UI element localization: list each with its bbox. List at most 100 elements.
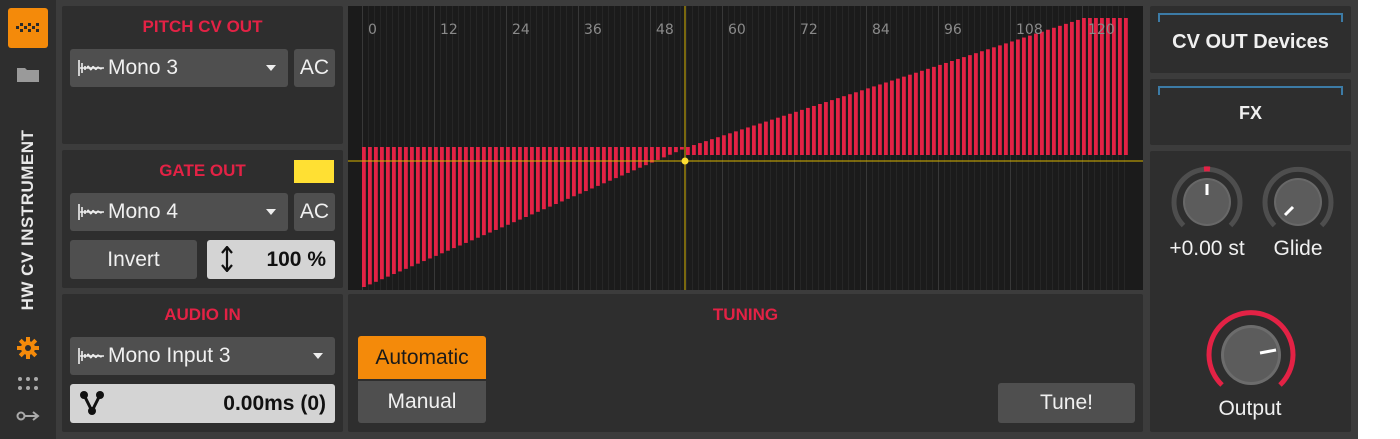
pitch-bar: [416, 147, 420, 264]
pitch-bar: [752, 125, 756, 155]
crosshair-point[interactable]: [681, 157, 689, 165]
pitch-cv-output-value: Mono 3: [108, 56, 179, 79]
pitch-tuning-graph[interactable]: 0 12 24 36 48 60 72 84 96 108 120: [348, 6, 1143, 290]
chevron-down-icon: [266, 209, 276, 215]
pitch-bar: [488, 147, 492, 233]
pitch-bar: [1052, 27, 1056, 155]
manual-button[interactable]: Manual: [358, 381, 486, 423]
pitch-bar: [842, 96, 846, 155]
chevron-down-icon: [266, 65, 276, 71]
gate-output-value: Mono 4: [108, 200, 179, 223]
pitch-bar: [1016, 39, 1020, 155]
audio-in-title: AUDIO IN: [164, 305, 241, 324]
pitch-bar: [1010, 41, 1014, 155]
pitch-bar: [1004, 43, 1008, 156]
waveform-icon: [78, 204, 104, 220]
pitch-bar: [482, 147, 486, 236]
fx-label: FX: [1238, 103, 1262, 123]
pitch-bar: [452, 147, 456, 249]
waveform-icon: [78, 60, 104, 76]
latency-value: 0.00ms (0): [223, 391, 326, 415]
pitch-ac-button[interactable]: AC: [294, 49, 335, 87]
pitch-knob[interactable]: [1171, 166, 1243, 228]
fx-tab[interactable]: FX: [1150, 79, 1351, 145]
pitch-bar: [662, 147, 666, 158]
latency-field[interactable]: 0.00ms (0): [70, 384, 335, 423]
pitch-bar: [686, 147, 690, 155]
up-down-arrow-icon: [221, 246, 233, 272]
waveform-icon: [78, 348, 104, 364]
pitch-bar: [1082, 18, 1086, 155]
pitch-bar: [1088, 18, 1092, 155]
pitch-cv-output-select[interactable]: Mono 3: [70, 49, 288, 87]
pitch-bar: [404, 147, 408, 269]
tab-accent: [1158, 13, 1343, 22]
gate-level-field[interactable]: 100 %: [207, 240, 335, 279]
knobs-svg: [1171, 166, 1334, 387]
pitch-bar: [386, 147, 390, 277]
pitch-bar: [506, 147, 510, 225]
pitch-bar: [1076, 19, 1080, 155]
pitch-bar: [362, 147, 366, 287]
pitch-bar: [788, 113, 792, 155]
pitch-bar: [860, 90, 864, 155]
glide-knob[interactable]: [1262, 166, 1334, 228]
tune-button[interactable]: Tune!: [998, 383, 1135, 423]
pitch-bar: [950, 61, 954, 155]
pitch-bar: [632, 147, 636, 171]
chevron-down-icon: [313, 353, 323, 359]
pitch-bar: [602, 147, 606, 184]
output-knob[interactable]: [1206, 310, 1296, 387]
tick-label: 96: [944, 22, 962, 38]
routing-icon: [80, 391, 104, 415]
pitch-bar: [830, 100, 834, 155]
arrow-key-icon[interactable]: [8, 396, 48, 436]
automatic-button[interactable]: Automatic: [358, 336, 486, 379]
pitch-bar: [596, 147, 600, 186]
pitch-bar: [650, 147, 654, 163]
pitch-bar: [794, 111, 798, 155]
pitch-bar: [1046, 29, 1050, 155]
invert-button[interactable]: Invert: [70, 240, 197, 279]
pitch-bar: [644, 147, 648, 166]
pitch-bar: [1100, 18, 1104, 155]
pitch-bar: [512, 147, 516, 223]
tick-label: 12: [440, 22, 458, 38]
pitch-bar: [914, 72, 918, 155]
tick-label: 48: [656, 22, 674, 38]
gate-out-panel: GATE OUT Mono 4 AC Invert 100 %: [62, 150, 343, 288]
pitch-bars-svg: [348, 6, 1143, 290]
pitch-bar: [974, 53, 978, 155]
pitch-bar: [986, 49, 990, 155]
pitch-bar: [716, 137, 720, 155]
gate-output-select[interactable]: Mono 4: [70, 193, 288, 231]
pitch-bar: [494, 147, 498, 230]
pitch-bar: [434, 147, 438, 256]
pitch-bar: [458, 147, 462, 246]
pitch-bar: [554, 147, 558, 205]
folder-icon[interactable]: [8, 54, 48, 94]
pitch-bar: [1070, 21, 1074, 156]
pitch-bar: [896, 78, 900, 155]
pitch-bar: [1118, 18, 1122, 155]
pitch-bar: [710, 139, 714, 155]
cv-out-devices-tab[interactable]: CV OUT Devices: [1150, 6, 1351, 73]
gear-icon[interactable]: [8, 328, 48, 368]
pitch-bar: [956, 59, 960, 155]
grid-icon[interactable]: [8, 8, 48, 48]
pitch-bar: [968, 55, 972, 155]
pitch-bar: [818, 104, 822, 155]
hw-cv-instrument-device: HW CV INSTRUMENT PITCH CV OUT Mono 3 AC …: [0, 0, 1358, 439]
pitch-bar: [1040, 31, 1044, 156]
pitch-bar: [734, 131, 738, 155]
gate-indicator: [294, 160, 334, 183]
pitch-bar: [854, 92, 858, 155]
pitch-bar: [836, 98, 840, 155]
gate-ac-button[interactable]: AC: [294, 193, 335, 231]
pitch-bar: [1112, 18, 1116, 155]
device-sidebar: HW CV INSTRUMENT: [0, 0, 56, 439]
tuning-panel: TUNING Automatic Manual Tune!: [348, 294, 1143, 432]
pitch-bar: [920, 70, 924, 155]
audio-input-select[interactable]: Mono Input 3: [70, 337, 335, 375]
pitch-bar: [758, 123, 762, 155]
